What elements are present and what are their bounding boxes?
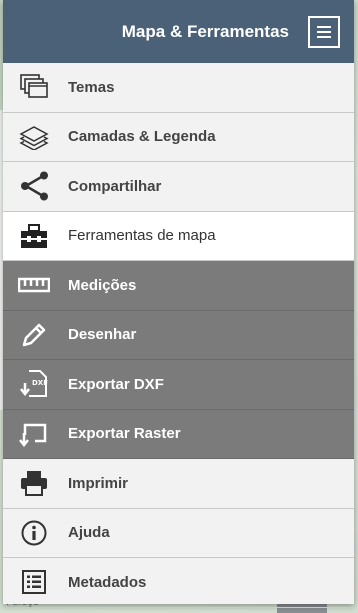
- list-icon: [17, 565, 51, 599]
- tools-panel: Mapa & Ferramentas Temas Camadas & Legen…: [3, 0, 354, 608]
- panel-title: Mapa & Ferramentas: [121, 21, 289, 41]
- hamburger-icon: [317, 25, 331, 28]
- export-dxf-icon: DXF: [17, 367, 51, 401]
- share-icon: [17, 169, 51, 203]
- pencil-icon: [17, 318, 51, 352]
- menu-item-label: Exportar DXF: [68, 375, 164, 393]
- printer-icon: [17, 466, 51, 500]
- menu-item-label: Ajuda: [68, 524, 110, 542]
- menu-item-label: Imprimir: [68, 474, 129, 492]
- menu-item-label: Exportar Raster: [68, 425, 181, 443]
- menu-toggle-button[interactable]: [308, 15, 340, 48]
- menu-item-metadados[interactable]: Metadados: [3, 558, 354, 608]
- panel-header: Mapa & Ferramentas: [3, 0, 354, 63]
- menu-item-label: Compartilhar: [68, 177, 162, 195]
- submenu-item-exportar-dxf[interactable]: DXF Exportar DXF: [3, 360, 354, 410]
- submenu-item-exportar-raster[interactable]: Exportar Raster: [3, 409, 354, 459]
- menu-item-camadas[interactable]: Camadas & Legenda: [3, 113, 354, 162]
- info-icon: [17, 516, 51, 550]
- menu-item-compartilhar[interactable]: Compartilhar: [3, 162, 354, 212]
- menu-item-ferramentas[interactable]: Ferramentas de mapa: [3, 211, 354, 261]
- menu-item-ajuda[interactable]: Ajuda: [3, 509, 354, 558]
- menu-item-temas[interactable]: Temas: [3, 63, 354, 113]
- menu-item-label: Medições: [68, 276, 137, 294]
- submenu-item-medicoes[interactable]: Medições: [3, 261, 354, 311]
- menu-item-imprimir[interactable]: Imprimir: [3, 459, 354, 509]
- menu-item-label: Desenhar: [68, 326, 137, 344]
- layers-icon: [17, 120, 51, 154]
- menu-item-label: Ferramentas de mapa: [68, 227, 216, 245]
- toolbox-icon: [17, 219, 51, 253]
- svg-text:DXF: DXF: [32, 379, 48, 387]
- ruler-icon: [17, 268, 51, 302]
- submenu-item-desenhar[interactable]: Desenhar: [3, 310, 354, 360]
- layers-stack-icon: [17, 70, 51, 104]
- export-raster-icon: [17, 417, 51, 451]
- menu-item-label: Camadas & Legenda: [68, 128, 216, 146]
- menu-item-label: Temas: [68, 78, 115, 96]
- menu-item-label: Metadados: [68, 573, 147, 591]
